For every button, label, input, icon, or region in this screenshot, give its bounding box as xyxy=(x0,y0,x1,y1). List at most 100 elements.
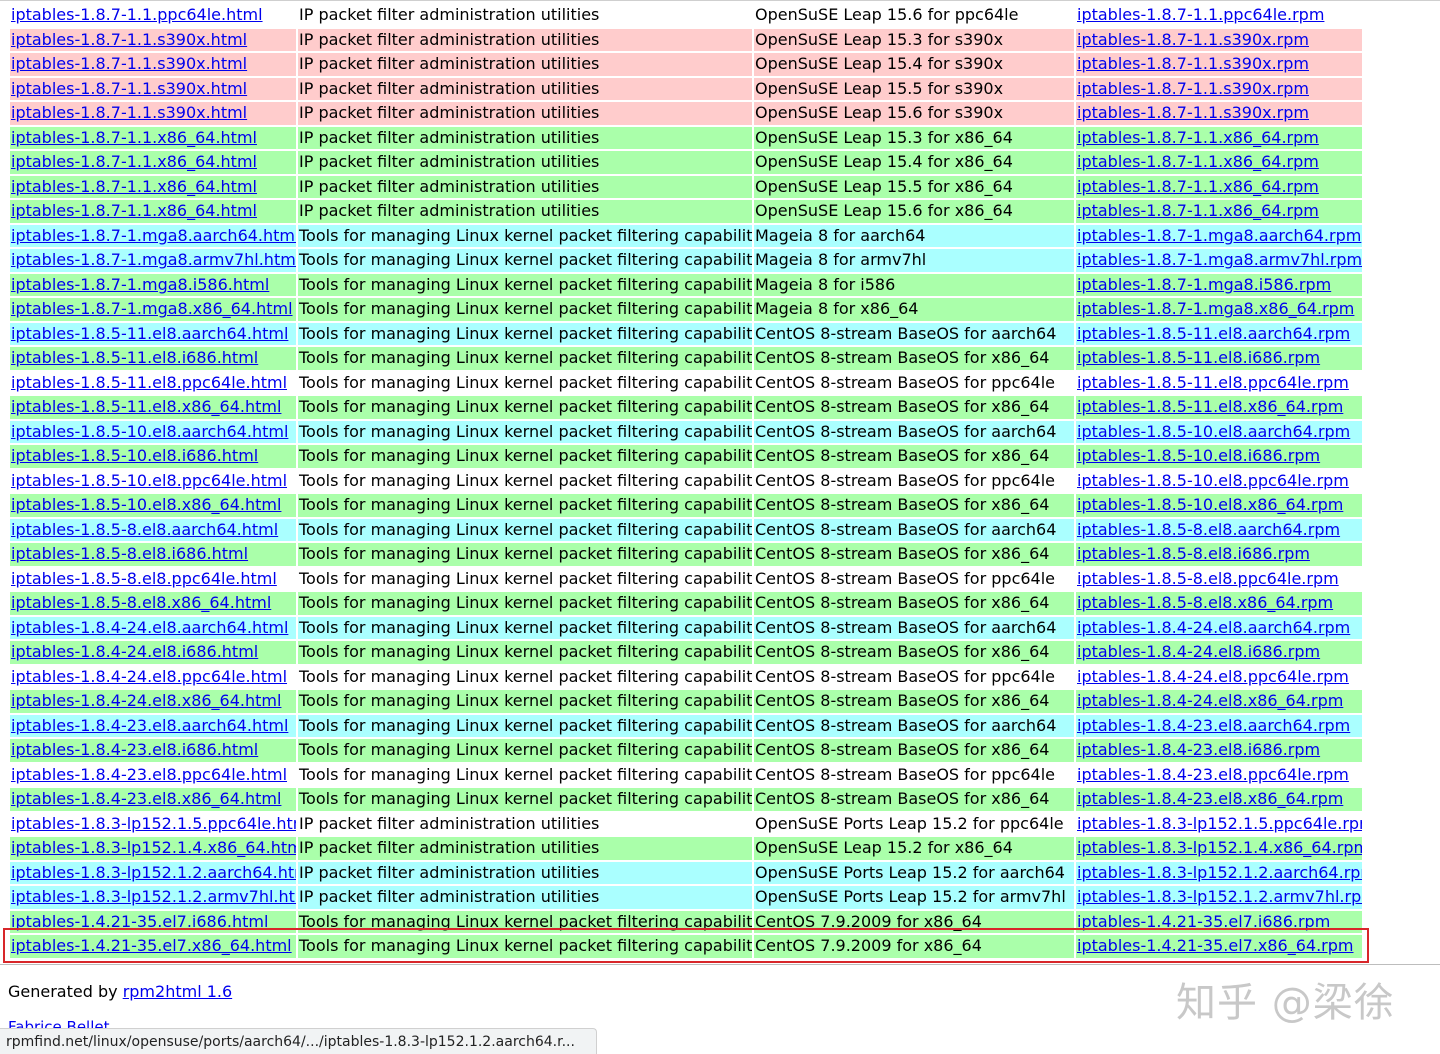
package-html-cell: iptables-1.8.5-10.el8.x86_64.html xyxy=(10,494,296,517)
package-rpm-link[interactable]: iptables-1.8.7-1.1.x86_64.rpm xyxy=(1077,177,1319,196)
distribution-cell: CentOS 8-stream BaseOS for ppc64le xyxy=(754,665,1074,688)
package-rpm-link[interactable]: iptables-1.8.7-1.mga8.x86_64.rpm xyxy=(1077,299,1354,318)
package-html-cell: iptables-1.8.5-11.el8.x86_64.html xyxy=(10,396,296,419)
summary-cell: IP packet filter administration utilitie… xyxy=(298,175,752,198)
browser-status-bar: rpmfind.net/linux/opensuse/ports/aarch64… xyxy=(0,1028,597,1054)
package-html-link[interactable]: iptables-1.8.7-1.1.s390x.html xyxy=(11,79,247,98)
package-html-link[interactable]: iptables-1.8.5-10.el8.x86_64.html xyxy=(11,495,281,514)
package-rpm-link[interactable]: iptables-1.8.4-23.el8.i686.rpm xyxy=(1077,740,1320,759)
package-html-link[interactable]: iptables-1.8.5-8.el8.ppc64le.html xyxy=(11,569,277,588)
package-rpm-link[interactable]: iptables-1.8.5-8.el8.i686.rpm xyxy=(1077,544,1310,563)
package-rpm-link[interactable]: iptables-1.8.7-1.1.s390x.rpm xyxy=(1077,79,1309,98)
package-rpm-link[interactable]: iptables-1.8.4-23.el8.aarch64.rpm xyxy=(1077,716,1350,735)
package-html-link[interactable]: iptables-1.8.4-24.el8.x86_64.html xyxy=(11,691,281,710)
package-rpm-cell: iptables-1.8.5-8.el8.x86_64.rpm xyxy=(1076,592,1362,615)
package-rpm-link[interactable]: iptables-1.8.7-1.1.x86_64.rpm xyxy=(1077,152,1319,171)
package-html-link[interactable]: iptables-1.8.5-8.el8.i686.html xyxy=(11,544,248,563)
package-rpm-link[interactable]: iptables-1.8.5-11.el8.x86_64.rpm xyxy=(1077,397,1343,416)
package-rpm-link[interactable]: iptables-1.8.3-lp152.1.5.ppc64le.rpm xyxy=(1077,814,1362,833)
package-rpm-link[interactable]: iptables-1.8.4-24.el8.i686.rpm xyxy=(1077,642,1320,661)
package-html-link[interactable]: iptables-1.8.7-1.1.ppc64le.html xyxy=(11,5,263,24)
package-html-link[interactable]: iptables-1.8.5-10.el8.aarch64.html xyxy=(11,422,288,441)
package-rpm-link[interactable]: iptables-1.8.5-10.el8.i686.rpm xyxy=(1077,446,1320,465)
package-html-link[interactable]: iptables-1.8.7-1.1.x86_64.html xyxy=(11,201,257,220)
package-html-cell: iptables-1.8.4-24.el8.i686.html xyxy=(10,641,296,664)
generated-by-label: Generated by xyxy=(8,982,118,1001)
package-rpm-link[interactable]: iptables-1.8.5-10.el8.ppc64le.rpm xyxy=(1077,471,1349,490)
package-html-link[interactable]: iptables-1.8.4-24.el8.i686.html xyxy=(11,642,258,661)
package-html-link[interactable]: iptables-1.8.5-11.el8.aarch64.html xyxy=(11,324,288,343)
package-rpm-cell: iptables-1.8.7-1.1.x86_64.rpm xyxy=(1076,200,1362,223)
table-row: iptables-1.8.5-11.el8.i686.html Tools for… xyxy=(10,347,1362,370)
package-rpm-link[interactable]: iptables-1.8.4-23.el8.x86_64.rpm xyxy=(1077,789,1343,808)
package-html-link[interactable]: iptables-1.8.5-10.el8.ppc64le.html xyxy=(11,471,287,490)
package-rpm-link[interactable]: iptables-1.8.4-24.el8.aarch64.rpm xyxy=(1077,618,1350,637)
package-html-link[interactable]: iptables-1.8.5-11.el8.x86_64.html xyxy=(11,397,281,416)
package-rpm-link[interactable]: iptables-1.8.4-24.el8.x86_64.rpm xyxy=(1077,691,1343,710)
package-rpm-link[interactable]: iptables-1.8.7-1.1.s390x.rpm xyxy=(1077,54,1309,73)
package-html-link[interactable]: iptables-1.8.5-10.el8.i686.html xyxy=(11,446,258,465)
package-html-link[interactable]: iptables-1.8.4-23.el8.ppc64le.html xyxy=(11,765,287,784)
package-rpm-link[interactable]: iptables-1.8.7-1.mga8.armv7hl.rpm xyxy=(1077,250,1362,269)
package-rpm-link[interactable]: iptables-1.8.5-11.el8.i686.rpm xyxy=(1077,348,1320,367)
table-row: iptables-1.8.4-23.el8.i686.html Tools for… xyxy=(10,739,1362,762)
package-html-link[interactable]: iptables-1.8.4-23.el8.i686.html xyxy=(11,740,258,759)
package-html-link[interactable]: iptables-1.8.7-1.1.s390x.html xyxy=(11,103,247,122)
package-html-link[interactable]: iptables-1.8.4-24.el8.ppc64le.html xyxy=(11,667,287,686)
table-row: iptables-1.8.7-1.1.s390x.html IP packet f… xyxy=(10,28,1362,51)
package-rpm-link[interactable]: iptables-1.8.7-1.1.x86_64.rpm xyxy=(1077,201,1319,220)
package-html-link[interactable]: iptables-1.8.4-23.el8.aarch64.html xyxy=(11,716,288,735)
package-html-cell: iptables-1.8.7-1.1.x86_64.html xyxy=(10,200,296,223)
summary-cell: Tools for managing Linux kernel packet f… xyxy=(298,592,752,615)
table-row: iptables-1.8.3-lp152.1.5.ppc64le.html IP … xyxy=(10,812,1362,835)
package-rpm-link[interactable]: iptables-1.8.7-1.1.s390x.rpm xyxy=(1077,103,1309,122)
package-rpm-link[interactable]: iptables-1.8.7-1.mga8.i586.rpm xyxy=(1077,275,1331,294)
package-rpm-link[interactable]: iptables-1.8.7-1.1.x86_64.rpm xyxy=(1077,128,1319,147)
package-rpm-link[interactable]: iptables-1.8.5-10.el8.aarch64.rpm xyxy=(1077,422,1350,441)
package-html-link[interactable]: iptables-1.8.3-lp152.1.2.aarch64.html xyxy=(11,863,296,882)
package-rpm-link[interactable]: iptables-1.8.5-8.el8.x86_64.rpm xyxy=(1077,593,1333,612)
table-row: iptables-1.8.7-1.1.s390x.html IP packet f… xyxy=(10,53,1362,76)
table-row: iptables-1.8.4-23.el8.ppc64le.html Tools … xyxy=(10,763,1362,786)
package-rpm-link[interactable]: iptables-1.8.5-11.el8.ppc64le.rpm xyxy=(1077,373,1349,392)
package-rpm-cell: iptables-1.8.7-1.1.x86_64.rpm xyxy=(1076,151,1362,174)
package-rpm-link[interactable]: iptables-1.8.4-24.el8.ppc64le.rpm xyxy=(1077,667,1349,686)
package-rpm-link[interactable]: iptables-1.8.7-1.1.ppc64le.rpm xyxy=(1077,5,1324,24)
package-rpm-link[interactable]: iptables-1.8.5-10.el8.x86_64.rpm xyxy=(1077,495,1343,514)
package-html-link[interactable]: iptables-1.8.7-1.mga8.x86_64.html xyxy=(11,299,293,318)
author-link[interactable]: Fabrice Bellet xyxy=(8,1018,110,1028)
package-rpm-link[interactable]: iptables-1.8.7-1.mga8.aarch64.rpm xyxy=(1077,226,1361,245)
package-html-link[interactable]: iptables-1.8.7-1.1.s390x.html xyxy=(11,54,247,73)
package-rpm-link[interactable]: iptables-1.8.7-1.1.s390x.rpm xyxy=(1077,30,1309,49)
package-html-link[interactable]: iptables-1.8.7-1.mga8.armv7hl.html xyxy=(11,250,296,269)
package-html-link[interactable]: iptables-1.8.4-24.el8.aarch64.html xyxy=(11,618,288,637)
package-html-cell: iptables-1.8.3-lp152.1.4.x86_64.html xyxy=(10,837,296,860)
package-rpm-link[interactable]: iptables-1.8.4-23.el8.ppc64le.rpm xyxy=(1077,765,1349,784)
distribution-cell: OpenSuSE Ports Leap 15.2 for armv7hl xyxy=(754,886,1074,909)
package-html-link[interactable]: iptables-1.8.5-11.el8.i686.html xyxy=(11,348,258,367)
package-rpm-link[interactable]: iptables-1.8.5-11.el8.aarch64.rpm xyxy=(1077,324,1350,343)
distribution-cell: OpenSuSE Ports Leap 15.2 for ppc64le xyxy=(754,812,1074,835)
package-rpm-cell: iptables-1.8.5-10.el8.ppc64le.rpm xyxy=(1076,469,1362,492)
distribution-cell: OpenSuSE Leap 15.6 for x86_64 xyxy=(754,200,1074,223)
package-html-link[interactable]: iptables-1.8.7-1.1.x86_64.html xyxy=(11,128,257,147)
package-rpm-link[interactable]: iptables-1.8.5-8.el8.aarch64.rpm xyxy=(1077,520,1340,539)
package-html-link[interactable]: iptables-1.8.5-11.el8.ppc64le.html xyxy=(11,373,287,392)
package-html-link[interactable]: iptables-1.8.7-1.1.x86_64.html xyxy=(11,152,257,171)
package-html-link[interactable]: iptables-1.8.7-1.1.s390x.html xyxy=(11,30,247,49)
package-html-link[interactable]: iptables-1.8.4-23.el8.x86_64.html xyxy=(11,789,281,808)
generator-link[interactable]: rpm2html 1.6 xyxy=(123,982,232,1001)
package-html-link[interactable]: iptables-1.8.7-1.1.x86_64.html xyxy=(11,177,257,196)
package-html-link[interactable]: iptables-1.8.7-1.mga8.i586.html xyxy=(11,275,269,294)
package-html-link[interactable]: iptables-1.8.3-lp152.1.2.armv7hl.html xyxy=(11,887,296,906)
package-rpm-link[interactable]: iptables-1.8.3-lp152.1.2.armv7hl.rpm xyxy=(1077,887,1362,906)
package-html-link[interactable]: iptables-1.8.3-lp152.1.4.x86_64.html xyxy=(11,838,296,857)
package-html-link[interactable]: iptables-1.8.3-lp152.1.5.ppc64le.html xyxy=(11,814,296,833)
package-rpm-link[interactable]: iptables-1.8.3-lp152.1.2.aarch64.rpm xyxy=(1077,863,1362,882)
package-html-link[interactable]: iptables-1.8.5-8.el8.aarch64.html xyxy=(11,520,278,539)
package-rpm-link[interactable]: iptables-1.8.3-lp152.1.4.x86_64.rpm xyxy=(1077,838,1362,857)
summary-cell: Tools for managing Linux kernel packet f… xyxy=(298,224,752,247)
package-html-link[interactable]: iptables-1.8.7-1.mga8.aarch64.html xyxy=(11,226,296,245)
package-html-link[interactable]: iptables-1.8.5-8.el8.x86_64.html xyxy=(11,593,271,612)
package-rpm-link[interactable]: iptables-1.8.5-8.el8.ppc64le.rpm xyxy=(1077,569,1339,588)
